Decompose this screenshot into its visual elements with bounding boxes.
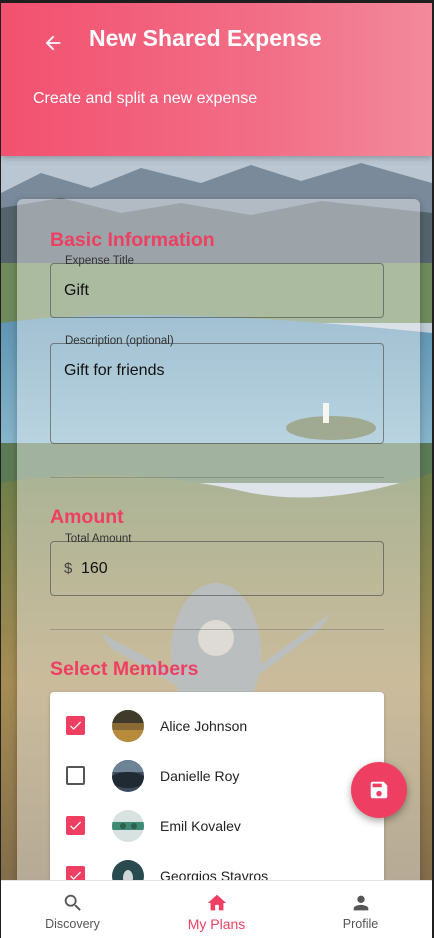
basic-information-heading: Basic Information	[50, 229, 215, 251]
description-field[interactable]: Description (optional) Gift for friends	[50, 335, 384, 444]
total-amount-field[interactable]: Total Amount $ 160	[50, 533, 384, 596]
save-icon	[370, 781, 388, 799]
expense-title-value: Gift	[64, 282, 89, 299]
amount-heading: Amount	[50, 506, 124, 528]
member-checkbox-checked[interactable]	[66, 816, 85, 835]
nav-label: Profile	[342, 917, 379, 931]
page-title: New Shared Expense	[89, 25, 322, 51]
nav-item-my-plans[interactable]: My Plans	[145, 881, 288, 938]
page-subtitle: Create and split a new expense	[33, 90, 258, 107]
member-row-alice-johnson[interactable]: Alice Johnson	[50, 701, 384, 751]
member-checkbox-checked[interactable]	[66, 716, 85, 735]
nav-item-discovery[interactable]: Discovery	[1, 881, 144, 938]
member-name: Danielle Roy	[160, 768, 240, 784]
back-button[interactable]	[39, 29, 67, 57]
member-row-emil-kovalev[interactable]: Emil Kovalev	[50, 801, 384, 851]
bottom-navigation: Discovery My Plans Profile	[1, 880, 432, 938]
nav-item-profile[interactable]: Profile	[289, 881, 432, 938]
expense-title-field[interactable]: Expense Title Gift	[50, 255, 384, 318]
total-amount-label: Total Amount	[65, 533, 132, 545]
member-checkbox-unchecked[interactable]	[66, 766, 85, 785]
member-name: Emil Kovalev	[160, 818, 241, 834]
expense-title-label: Expense Title	[65, 255, 135, 267]
currency-symbol: $	[64, 560, 73, 577]
member-name: Alice Johnson	[160, 718, 248, 734]
app-screen: New Shared Expense Create and split a ne…	[1, 3, 432, 938]
avatar	[112, 760, 144, 792]
arrow-left-icon	[45, 35, 61, 51]
checkmark-icon	[70, 721, 82, 730]
home-icon	[207, 894, 226, 911]
members-list: Alice Johnson Danielle Roy Emil Kovalev …	[50, 692, 384, 902]
total-amount-value: 160	[81, 560, 108, 577]
section-divider	[50, 629, 384, 630]
nav-label: Discovery	[45, 917, 100, 931]
description-label: Description (optional)	[65, 335, 174, 347]
person-icon	[353, 895, 368, 911]
checkmark-icon	[70, 821, 82, 830]
section-divider	[50, 477, 384, 478]
avatar	[112, 710, 144, 742]
save-button[interactable]	[351, 762, 407, 818]
nav-label: My Plans	[187, 916, 246, 932]
description-value: Gift for friends	[64, 362, 165, 379]
select-members-heading: Select Members	[50, 658, 199, 680]
avatar	[112, 810, 144, 842]
member-row-danielle-roy[interactable]: Danielle Roy	[50, 751, 384, 801]
app-header: New Shared Expense Create and split a ne…	[1, 3, 432, 156]
device-frame: New Shared Expense Create and split a ne…	[0, 0, 434, 938]
search-icon	[64, 894, 81, 911]
